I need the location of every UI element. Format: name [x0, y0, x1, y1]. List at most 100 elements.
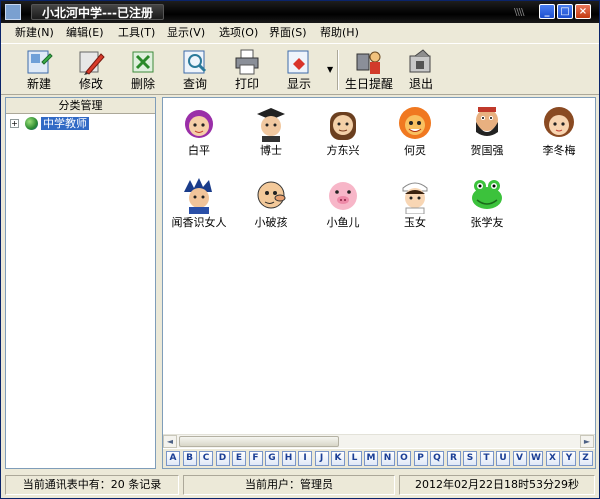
letter-l-button[interactable]: L	[347, 451, 362, 466]
close-button[interactable]: ×	[575, 4, 591, 19]
birthday-reminder-button[interactable]: 生日提醒	[345, 46, 393, 94]
letter-y-button[interactable]: Y	[562, 451, 576, 466]
letter-s-button[interactable]: S	[463, 451, 477, 466]
horizontal-scrollbar[interactable]: ◄ ►	[163, 434, 595, 448]
query-icon	[183, 50, 207, 74]
letter-t-button[interactable]: T	[479, 451, 494, 466]
scroll-left-arrow-icon[interactable]: ◄	[163, 435, 177, 448]
scroll-thumb[interactable]	[179, 436, 339, 447]
display-button[interactable]: 显示	[275, 46, 323, 94]
letter-q-button[interactable]: Q	[430, 451, 444, 466]
contact-item[interactable]: 何灵	[379, 100, 451, 166]
expand-icon[interactable]: +	[10, 118, 19, 128]
letter-p-button[interactable]: P	[413, 451, 428, 466]
delete-label: 删除	[130, 77, 155, 91]
letter-n-button[interactable]: N	[380, 451, 395, 466]
contact-item[interactable]: 小鱼儿	[307, 172, 379, 238]
contact-name: 闻香识女人	[171, 216, 227, 229]
contact-item[interactable]: 闻香识女人	[163, 172, 235, 238]
letter-g-button[interactable]: G	[265, 451, 279, 466]
query-label: 查询	[182, 77, 207, 91]
long-hair-man-icon	[330, 112, 356, 140]
menu-edit[interactable]: 编辑(E)	[66, 26, 104, 40]
category-panel-header: 分类管理	[6, 98, 155, 114]
edit-label: 修改	[78, 77, 103, 91]
letter-v-button[interactable]: V	[512, 451, 527, 466]
letter-b-button[interactable]: B	[182, 451, 197, 466]
contact-item[interactable]: 贺国强	[451, 100, 523, 166]
contact-name: 小破孩	[254, 216, 288, 229]
datetime-status: 2012年02月22日18时53分29秒	[399, 475, 595, 495]
letter-m-button[interactable]: M	[364, 451, 378, 466]
birthday-icon	[356, 51, 381, 74]
menu-view[interactable]: 显示(V)	[167, 26, 205, 40]
exit-button[interactable]: 退出	[397, 46, 445, 94]
record-count-status: 当前通讯表中有：20 条记录	[5, 475, 179, 495]
alphabet-index-bar: A B C D E F G H I J K L M N O P Q R S T …	[163, 449, 595, 468]
bearded-man-icon	[476, 107, 498, 136]
letter-i-button[interactable]: I	[298, 451, 312, 466]
minimize-button[interactable]: _	[539, 4, 555, 19]
current-user-status: 当前用户：管理员	[183, 475, 395, 495]
edit-button[interactable]: 修改	[67, 46, 115, 94]
display-icon	[287, 50, 309, 74]
contact-name: 何灵	[404, 144, 426, 157]
letter-r-button[interactable]: R	[446, 451, 461, 466]
menu-interface[interactable]: 界面(S)	[269, 26, 307, 40]
contact-item[interactable]: 白平	[163, 100, 235, 166]
letter-k-button[interactable]: K	[331, 451, 345, 466]
contacts-panel: 白平 博士 方东兴 何灵 贺国强 李冬梅 闻香识女人 小破孩 小鱼儿 玉女 张学…	[162, 97, 596, 469]
letter-d-button[interactable]: D	[215, 451, 230, 466]
contact-item[interactable]: 玉女	[379, 172, 451, 238]
contact-name: 方东兴	[326, 144, 360, 157]
contact-item[interactable]: 张学友	[451, 172, 523, 238]
contact-item[interactable]: 小破孩	[235, 172, 307, 238]
contact-name: 博士	[260, 144, 282, 157]
letter-j-button[interactable]: J	[314, 451, 329, 466]
menu-help[interactable]: 帮助(H)	[320, 26, 359, 40]
maximize-button[interactable]: □	[557, 4, 573, 19]
tree-node-teachers[interactable]: + 中学教师	[10, 116, 89, 130]
window-title: 小北河中学---已注册	[31, 4, 164, 20]
tree-node-label[interactable]: 中学教师	[41, 116, 89, 130]
letter-z-button[interactable]: Z	[578, 451, 593, 466]
contact-item[interactable]: 博士	[235, 100, 307, 166]
letter-w-button[interactable]: W	[529, 451, 543, 466]
letter-f-button[interactable]: F	[248, 451, 263, 466]
purple-hair-girl-icon	[185, 110, 213, 138]
contact-item[interactable]: 方东兴	[307, 100, 379, 166]
menu-tools[interactable]: 工具(T)	[118, 26, 155, 40]
scroll-right-arrow-icon[interactable]: ►	[580, 435, 594, 448]
contact-name: 小鱼儿	[326, 216, 360, 229]
toolbar-separator	[337, 50, 339, 90]
letter-x-button[interactable]: X	[545, 451, 560, 466]
display-dropdown-arrow-icon[interactable]: ▼	[327, 65, 333, 74]
new-card-icon	[27, 50, 53, 74]
new-button[interactable]: 新建	[15, 46, 63, 94]
menu-new[interactable]: 新建(N)	[15, 26, 54, 40]
letter-u-button[interactable]: U	[496, 451, 510, 466]
letter-o-button[interactable]: O	[397, 451, 411, 466]
printer-icon	[235, 49, 259, 75]
delete-button[interactable]: 删除	[119, 46, 167, 94]
app-icon[interactable]	[5, 4, 21, 20]
menu-options[interactable]: 选项(O)	[219, 26, 258, 40]
print-button[interactable]: 打印	[223, 46, 271, 94]
orange-character-icon	[399, 107, 431, 139]
letter-c-button[interactable]: C	[199, 451, 213, 466]
status-bar: 当前通讯表中有：20 条记录 当前用户：管理员 2012年02月22日18时53…	[1, 473, 599, 498]
globe-icon	[24, 116, 38, 130]
nurse-icon	[402, 182, 428, 214]
app-window: 小北河中学---已注册 \\\\ _ □ × 新建(N) 编辑(E) 工具(T)…	[0, 0, 600, 499]
query-button[interactable]: 查询	[171, 46, 219, 94]
letter-h-button[interactable]: H	[281, 451, 296, 466]
menu-bar: 新建(N) 编辑(E) 工具(T) 显示(V) 选项(O) 界面(S) 帮助(H…	[1, 23, 599, 42]
delete-icon	[132, 51, 154, 73]
exit-icon	[409, 49, 431, 73]
toolbar: 新建 修改 删除 查询 打印 显示 生日提醒 退出	[1, 43, 599, 95]
title-bar[interactable]: 小北河中学---已注册 \\\\ _ □ ×	[1, 1, 599, 23]
letter-a-button[interactable]: A	[166, 451, 180, 466]
letter-e-button[interactable]: E	[232, 451, 246, 466]
contact-name: 张学友	[470, 216, 504, 229]
contact-item[interactable]: 李冬梅	[523, 100, 595, 166]
